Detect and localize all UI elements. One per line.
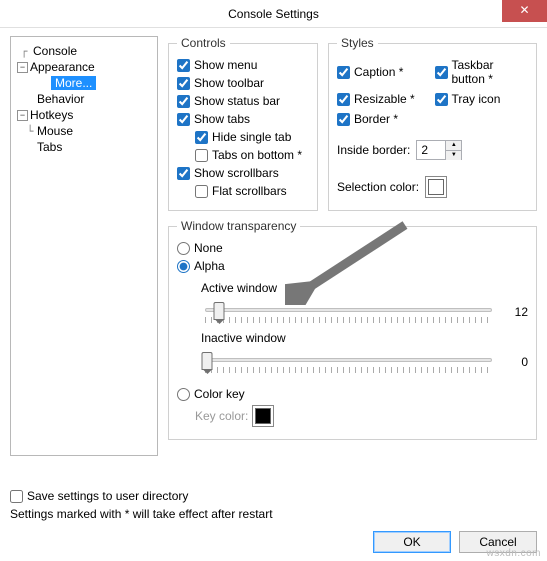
- inside-border-label: Inside border:: [337, 143, 410, 157]
- selection-color-label: Selection color:: [337, 180, 419, 194]
- caption-cb[interactable]: [337, 66, 350, 79]
- transparency-colorkey-radio[interactable]: [177, 388, 190, 401]
- resizable-cb[interactable]: [337, 93, 350, 106]
- taskbar-button-cb[interactable]: [435, 66, 448, 79]
- tree-more[interactable]: More...: [51, 76, 96, 90]
- inactive-window-slider[interactable]: [201, 349, 496, 375]
- show-menu-cb[interactable]: [177, 59, 190, 72]
- titlebar: Console Settings ✕: [0, 0, 547, 28]
- styles-legend: Styles: [337, 36, 378, 50]
- active-window-label: Active window: [201, 281, 528, 295]
- inactive-window-value: 0: [506, 355, 528, 369]
- window-title: Console Settings: [228, 7, 319, 21]
- settings-tree[interactable]: ┌Console −Appearance More... Behavior −H…: [10, 36, 158, 456]
- show-scrollbars-cb[interactable]: [177, 167, 190, 180]
- styles-group: Styles Caption * Taskbar button * Resiza…: [328, 36, 537, 211]
- tree-console[interactable]: Console: [33, 44, 77, 58]
- transparency-legend: Window transparency: [177, 219, 300, 233]
- key-color-swatch[interactable]: [252, 405, 274, 427]
- tree-behavior[interactable]: Behavior: [37, 92, 84, 106]
- inside-border-spinner[interactable]: ▲ ▼: [416, 140, 462, 160]
- tree-mouse[interactable]: Mouse: [37, 124, 73, 138]
- collapse-icon[interactable]: −: [17, 62, 28, 73]
- ok-button[interactable]: OK: [373, 531, 451, 553]
- transparency-alpha-radio[interactable]: [177, 260, 190, 273]
- tabs-on-bottom-cb[interactable]: [195, 149, 208, 162]
- tree-tabs[interactable]: Tabs: [37, 140, 62, 154]
- active-window-value: 12: [506, 305, 528, 319]
- show-tabs-cb[interactable]: [177, 113, 190, 126]
- tree-appearance[interactable]: Appearance: [30, 60, 95, 74]
- active-window-slider[interactable]: [201, 299, 496, 325]
- show-statusbar-cb[interactable]: [177, 95, 190, 108]
- inactive-window-label: Inactive window: [201, 331, 528, 345]
- spin-down-icon[interactable]: ▼: [445, 151, 461, 160]
- restart-note: Settings marked with * will take effect …: [10, 507, 537, 521]
- spin-up-icon[interactable]: ▲: [445, 141, 461, 151]
- controls-group: Controls Show menu Show toolbar Show sta…: [168, 36, 318, 211]
- save-to-user-dir-cb[interactable]: [10, 490, 23, 503]
- hide-single-tab-cb[interactable]: [195, 131, 208, 144]
- tree-hotkeys[interactable]: Hotkeys: [30, 108, 73, 122]
- watermark: wsxdn.com: [486, 548, 541, 559]
- close-icon: ✕: [519, 3, 529, 17]
- close-button[interactable]: ✕: [502, 0, 547, 22]
- tray-icon-cb[interactable]: [435, 93, 448, 106]
- inside-border-input[interactable]: [417, 141, 445, 159]
- collapse-icon[interactable]: −: [17, 110, 28, 121]
- key-color-label: Key color:: [195, 409, 248, 423]
- flat-scrollbars-cb[interactable]: [195, 185, 208, 198]
- show-toolbar-cb[interactable]: [177, 77, 190, 90]
- controls-legend: Controls: [177, 36, 230, 50]
- transparency-none-radio[interactable]: [177, 242, 190, 255]
- transparency-group: Window transparency None Alpha Active wi…: [168, 219, 537, 440]
- selection-color-swatch[interactable]: [425, 176, 447, 198]
- border-cb[interactable]: [337, 113, 350, 126]
